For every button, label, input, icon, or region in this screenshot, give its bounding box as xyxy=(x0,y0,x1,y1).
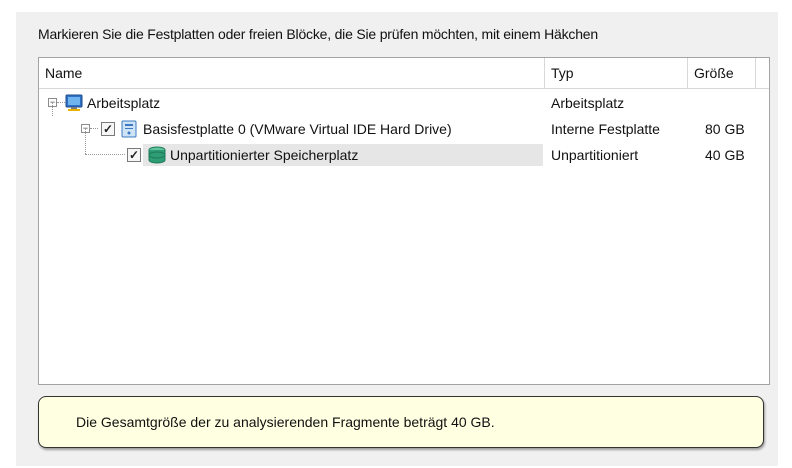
tree-row-size: 80 GB xyxy=(705,121,745,137)
column-header-type[interactable]: Typ xyxy=(545,58,688,88)
tree-row-type: Unpartitioniert xyxy=(551,147,639,163)
summary-info-text: Die Gesamtgröße der zu analysierenden Fr… xyxy=(76,414,495,430)
column-header-row: Name Typ Größe xyxy=(39,58,769,89)
tree-connector xyxy=(90,128,98,129)
tree-connector xyxy=(57,102,65,103)
tree-row-type: Arbeitsplatz xyxy=(551,95,625,111)
summary-info-box: Die Gesamtgröße der zu analysierenden Fr… xyxy=(38,396,764,448)
tree-row-label: Basisfestplatte 0 (VMware Virtual IDE Ha… xyxy=(143,121,452,137)
computer-icon xyxy=(65,94,83,111)
tree-row-disk[interactable]: − ✓ Basisfestplatte 0 (VMware Virtual ID… xyxy=(39,102,769,142)
instruction-text: Markieren Sie die Festplatten oder freie… xyxy=(38,26,598,42)
unallocated-space-icon xyxy=(148,146,166,164)
hard-disk-icon xyxy=(121,120,137,138)
tree-connector xyxy=(52,102,53,116)
tree-connector xyxy=(85,154,125,155)
tree-row-label: Arbeitsplatz xyxy=(87,95,161,111)
tree-row-unallocated[interactable]: ✓ Unpartitionierter Speicherplatz Unpart… xyxy=(39,128,769,168)
tree-row-label: Unpartitionierter Speicherplatz xyxy=(170,147,359,163)
column-header-size[interactable]: Größe xyxy=(688,58,756,88)
tree-row-size: 40 GB xyxy=(705,147,745,163)
column-header-name[interactable]: Name xyxy=(39,58,545,88)
disk-tree-view[interactable]: Name Typ Größe − Arbeitsplatz Arbeitspla… xyxy=(38,57,770,385)
tree-connector xyxy=(85,128,86,154)
tree-row-computer[interactable]: − Arbeitsplatz Arbeitsplatz xyxy=(39,90,769,116)
tree-row-type: Interne Festplatte xyxy=(551,121,660,137)
disk-checkbox[interactable]: ✓ xyxy=(101,122,115,136)
unallocated-checkbox[interactable]: ✓ xyxy=(127,148,141,162)
